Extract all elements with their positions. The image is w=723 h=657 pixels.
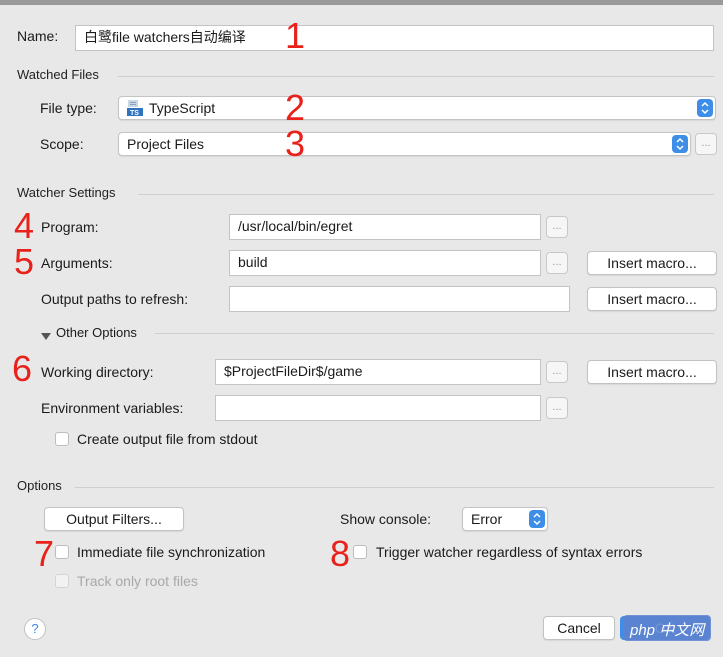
output-paths-input[interactable] — [229, 286, 570, 312]
annotation-7: 7 — [34, 533, 55, 574]
scope-browse-button[interactable]: ... — [695, 133, 717, 155]
annotation-2: 2 — [285, 87, 306, 128]
working-directory-browse-button[interactable]: ... — [546, 361, 568, 383]
options-title: Options — [17, 478, 62, 493]
options-separator — [75, 487, 714, 488]
trigger-watcher-checkbox[interactable] — [353, 545, 367, 559]
program-input[interactable]: /usr/local/bin/egret — [229, 214, 541, 240]
scope-value: Project Files — [127, 136, 205, 152]
arguments-label: Arguments: — [41, 255, 113, 271]
php-watermark-logo: php 中文网 — [630, 622, 705, 639]
annotation-1: 1 — [285, 15, 306, 56]
working-directory-input[interactable]: $ProjectFileDir$/game — [215, 359, 541, 385]
track-root-label: Track only root files — [77, 573, 198, 589]
other-options-title[interactable]: Other Options — [56, 325, 137, 340]
annotation-8: 8 — [330, 533, 351, 574]
arguments-browse-button[interactable]: ... — [546, 252, 568, 274]
arguments-insert-macro-button[interactable]: Insert macro... — [587, 251, 717, 275]
environment-variables-browse-button[interactable]: ... — [546, 397, 568, 419]
arguments-input[interactable]: build — [229, 250, 541, 276]
working-directory-insert-macro-button[interactable]: Insert macro... — [587, 360, 717, 384]
track-root-checkbox[interactable] — [55, 574, 69, 588]
output-paths-label: Output paths to refresh: — [41, 291, 189, 307]
svg-text:TS: TS — [130, 110, 139, 116]
program-browse-button[interactable]: ... — [546, 216, 568, 238]
annotation-5: 5 — [14, 241, 35, 282]
watched-files-separator — [118, 76, 714, 77]
typescript-file-icon: TS — [127, 100, 143, 117]
chevron-updown-icon — [529, 510, 545, 528]
scope-select[interactable]: Project Files — [118, 132, 691, 156]
output-filters-button[interactable]: Output Filters... — [44, 507, 184, 531]
create-output-checkbox[interactable] — [55, 432, 69, 446]
watched-files-title: Watched Files — [17, 67, 99, 82]
output-paths-insert-macro-button[interactable]: Insert macro... — [587, 287, 717, 311]
create-output-label: Create output file from stdout — [77, 431, 258, 447]
disclosure-triangle-icon[interactable] — [41, 328, 51, 344]
immediate-sync-checkbox[interactable] — [55, 545, 69, 559]
trigger-watcher-label: Trigger watcher regardless of syntax err… — [376, 544, 643, 560]
scope-label: Scope: — [40, 136, 84, 152]
immediate-sync-label: Immediate file synchronization — [77, 544, 266, 560]
show-console-select[interactable]: Error — [462, 507, 548, 531]
annotation-6: 6 — [12, 348, 33, 389]
name-input[interactable]: 白鹭file watchers自动编译 — [75, 25, 714, 51]
environment-variables-input[interactable] — [215, 395, 541, 421]
other-options-separator — [155, 333, 714, 334]
environment-variables-label: Environment variables: — [41, 400, 184, 416]
program-label: Program: — [41, 219, 99, 235]
help-button[interactable]: ? — [24, 618, 46, 640]
chevron-updown-icon — [672, 135, 688, 153]
annotation-4: 4 — [14, 205, 35, 246]
show-console-value: Error — [471, 511, 503, 527]
file-type-label: File type: — [40, 100, 97, 116]
window-top-edge — [0, 0, 723, 5]
file-type-value: TypeScript — [149, 100, 216, 116]
file-type-select[interactable]: TS TypeScript — [118, 96, 716, 120]
chevron-updown-icon — [697, 99, 713, 117]
working-directory-label: Working directory: — [41, 364, 154, 380]
name-label: Name: — [17, 28, 59, 44]
show-console-label: Show console: — [340, 511, 432, 527]
annotation-3: 3 — [285, 123, 306, 164]
watcher-settings-separator — [138, 194, 714, 195]
cancel-button[interactable]: Cancel — [543, 616, 615, 640]
watcher-settings-title: Watcher Settings — [17, 185, 116, 200]
